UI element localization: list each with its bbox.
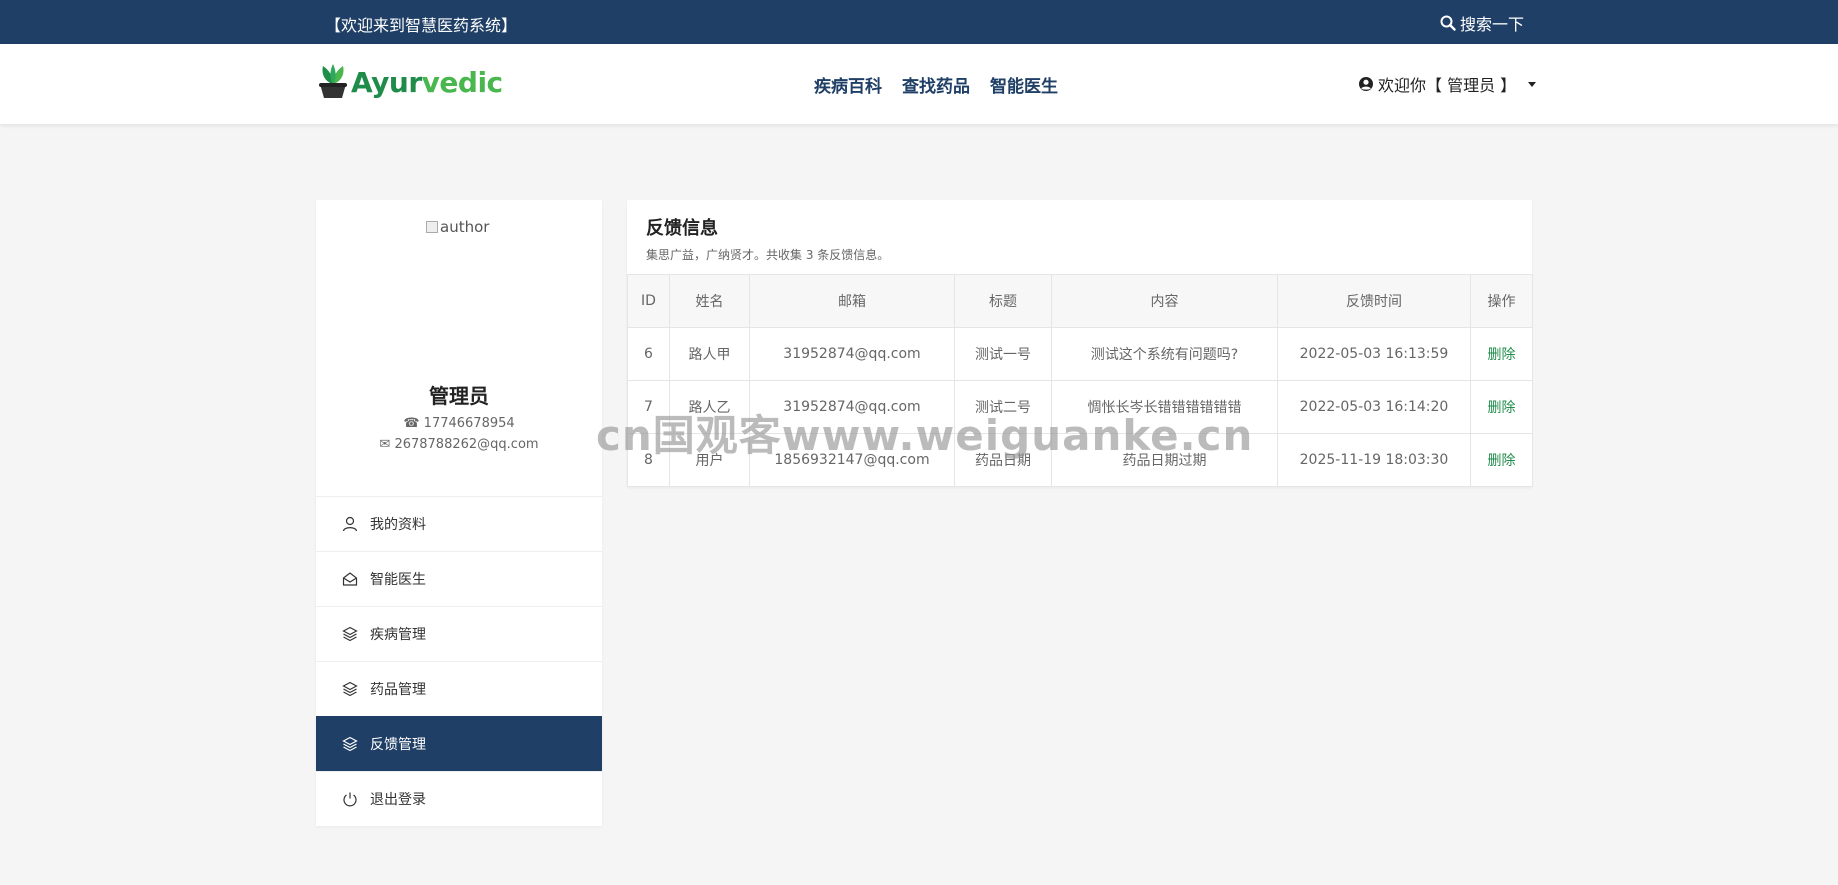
- sidebar-item-feedback-management[interactable]: 反馈管理: [316, 716, 602, 771]
- top-bar: 【欢迎来到智慧医药系统】 搜索一下: [0, 0, 1838, 44]
- avatar-alt-text: author: [440, 218, 490, 236]
- nav-links: 疾病百科 查找药品 智能医生: [814, 72, 1058, 97]
- welcome-text: 【欢迎来到智慧医药系统】: [325, 16, 518, 35]
- search-link[interactable]: 搜索一下: [1440, 11, 1524, 35]
- sidebar-item-label: 我的资料: [370, 517, 426, 533]
- column-header-title: 标题: [954, 274, 1052, 328]
- sidebar-menu: 我的资料 智能医生 疾病管理 药品管理 反馈管理 退出登录: [316, 496, 602, 826]
- sidebar-item-logout[interactable]: 退出登录: [316, 771, 602, 826]
- cell-title: 测试二号: [954, 380, 1052, 434]
- layers-icon: [342, 736, 358, 752]
- search-label: 搜索一下: [1460, 15, 1525, 34]
- column-header-email: 邮箱: [749, 274, 955, 328]
- broken-image-icon: [426, 221, 438, 233]
- cell-title: 测试一号: [954, 327, 1052, 381]
- user-circle-icon: [1359, 77, 1373, 91]
- cell-time: 2022-05-03 16:13:59: [1277, 327, 1471, 381]
- profile-sidebar: author 管理员 ☎ 17746678954 ✉ 2678788262@qq…: [316, 200, 602, 826]
- sidebar-item-label: 疾病管理: [370, 627, 426, 643]
- profile-name: 管理员: [429, 384, 489, 408]
- profile-email-value: 2678788262@qq.com: [394, 437, 539, 452]
- cell-email: 31952874@qq.com: [749, 380, 955, 434]
- sidebar-item-disease-management[interactable]: 疾病管理: [316, 606, 602, 661]
- phone-icon: ☎: [403, 416, 420, 431]
- logo[interactable]: Ayurvedic: [317, 64, 503, 100]
- layers-icon: [342, 681, 358, 697]
- table-header-row: ID 姓名 邮箱 标题 内容 反馈时间 操作: [627, 274, 1533, 328]
- main-navbar: Ayurvedic 疾病百科 查找药品 智能医生 欢迎你【 管理员 】: [0, 44, 1838, 124]
- delete-button[interactable]: 删除: [1470, 327, 1533, 381]
- caret-down-icon: [1528, 81, 1537, 87]
- column-header-content: 内容: [1051, 274, 1278, 328]
- cell-email: 31952874@qq.com: [749, 327, 955, 381]
- plant-pot-icon: [319, 64, 347, 98]
- cell-content: 药品日期过期: [1051, 433, 1278, 487]
- column-header-time: 反馈时间: [1277, 274, 1471, 328]
- cell-content: 惆怅长岑长错错错错错错: [1051, 380, 1278, 434]
- cell-title: 药品日期: [954, 433, 1052, 487]
- cell-id: 7: [627, 380, 670, 434]
- cell-name: 路人乙: [669, 380, 750, 434]
- profile-phone: ☎ 17746678954: [316, 416, 602, 431]
- sidebar-item-label: 药品管理: [370, 682, 426, 698]
- delete-button[interactable]: 删除: [1470, 380, 1533, 434]
- cell-id: 6: [627, 327, 670, 381]
- sidebar-item-medicine-management[interactable]: 药品管理: [316, 661, 602, 716]
- column-header-action: 操作: [1470, 274, 1533, 328]
- sidebar-item-label: 反馈管理: [370, 737, 426, 753]
- nav-link-find-medicine[interactable]: 查找药品: [902, 72, 970, 97]
- layers-icon: [342, 626, 358, 642]
- panel-subtitle: 集思广益，广纳贤才。共收集 3 条反馈信息。: [646, 248, 890, 262]
- panel-title: 反馈信息: [646, 218, 718, 239]
- table-row: 8 用户 1856932147@qq.com 药品日期 药品日期过期 2025-…: [627, 433, 1533, 487]
- cell-time: 2025-11-19 18:03:30: [1277, 433, 1471, 487]
- sidebar-item-label: 智能医生: [370, 572, 426, 588]
- nav-link-smart-doctor[interactable]: 智能医生: [990, 72, 1058, 97]
- logo-text: Ayurvedic: [351, 65, 503, 99]
- cell-name: 用户: [669, 433, 750, 487]
- avatar: author: [426, 218, 489, 236]
- sidebar-item-smart-doctor[interactable]: 智能医生: [316, 551, 602, 606]
- cell-name: 路人甲: [669, 327, 750, 381]
- column-header-name: 姓名: [669, 274, 750, 328]
- feedback-panel: 反馈信息 集思广益，广纳贤才。共收集 3 条反馈信息。 ID 姓名 邮箱 标题 …: [627, 200, 1533, 487]
- user-menu-label: 欢迎你【 管理员 】: [1378, 76, 1517, 95]
- panel-header: 反馈信息 集思广益，广纳贤才。共收集 3 条反馈信息。: [627, 200, 1532, 274]
- table-row: 6 路人甲 31952874@qq.com 测试一号 测试这个系统有问题吗? 2…: [627, 327, 1533, 381]
- sidebar-item-label: 退出登录: [370, 792, 426, 808]
- profile-email: ✉ 2678788262@qq.com: [316, 437, 602, 452]
- table-row: 7 路人乙 31952874@qq.com 测试二号 惆怅长岑长错错错错错错 2…: [627, 380, 1533, 434]
- sidebar-item-my-profile[interactable]: 我的资料: [316, 496, 602, 551]
- feedback-table: ID 姓名 邮箱 标题 内容 反馈时间 操作 6 路人甲 31952874@qq…: [627, 274, 1533, 487]
- cell-id: 8: [627, 433, 670, 487]
- user-icon: [342, 516, 358, 532]
- cell-time: 2022-05-03 16:14:20: [1277, 380, 1471, 434]
- column-header-id: ID: [627, 274, 670, 328]
- search-icon: [1440, 15, 1456, 31]
- user-menu-dropdown[interactable]: 欢迎你【 管理员 】: [1358, 72, 1537, 96]
- envelope-open-icon: [342, 572, 358, 586]
- nav-link-disease-encyclopedia[interactable]: 疾病百科: [814, 72, 882, 97]
- cell-content: 测试这个系统有问题吗?: [1051, 327, 1278, 381]
- delete-button[interactable]: 删除: [1470, 433, 1533, 487]
- envelope-icon: ✉: [379, 437, 391, 452]
- power-icon: [343, 792, 357, 807]
- profile-phone-value: 17746678954: [423, 416, 515, 431]
- cell-email: 1856932147@qq.com: [749, 433, 955, 487]
